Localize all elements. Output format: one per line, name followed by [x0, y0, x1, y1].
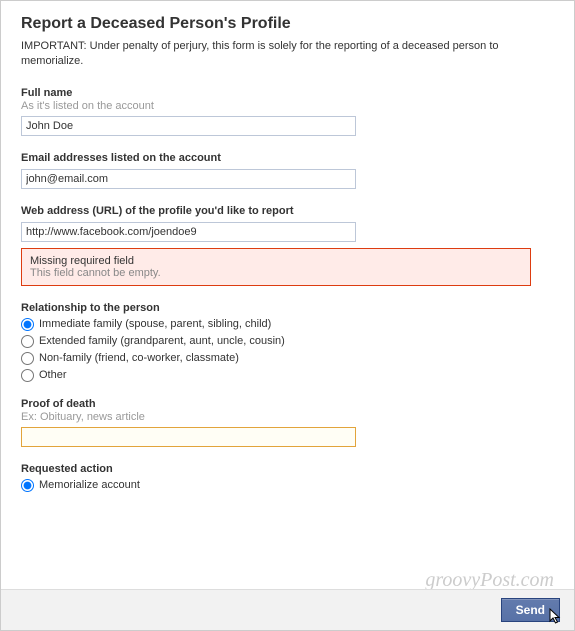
relationship-label: Relationship to the person — [21, 302, 554, 314]
action-option-memorialize[interactable]: Memorialize account — [21, 479, 554, 492]
fullname-group: Full name As it's listed on the account — [21, 87, 554, 136]
action-option-label: Memorialize account — [39, 479, 140, 491]
relationship-option-immediate[interactable]: Immediate family (spouse, parent, siblin… — [21, 318, 554, 331]
page-title: Report a Deceased Person's Profile — [21, 15, 554, 33]
email-label: Email addresses listed on the account — [21, 152, 554, 164]
relationship-option-nonfamily[interactable]: Non-family (friend, co-worker, classmate… — [21, 352, 554, 365]
relationship-option-label: Immediate family (spouse, parent, siblin… — [39, 318, 271, 330]
action-radio-0[interactable] — [21, 479, 34, 492]
important-notice: IMPORTANT: Under penalty of perjury, thi… — [21, 39, 554, 69]
error-title: Missing required field — [30, 255, 522, 267]
url-label: Web address (URL) of the profile you'd l… — [21, 205, 554, 217]
relationship-option-label: Other — [39, 369, 67, 381]
send-button[interactable]: Send — [501, 598, 560, 622]
relationship-option-extended[interactable]: Extended family (grandparent, aunt, uncl… — [21, 335, 554, 348]
url-input[interactable] — [21, 222, 356, 242]
relationship-option-label: Extended family (grandparent, aunt, uncl… — [39, 335, 285, 347]
fullname-hint: As it's listed on the account — [21, 100, 554, 112]
relationship-group: Relationship to the person Immediate fam… — [21, 302, 554, 382]
action-label: Requested action — [21, 463, 554, 475]
fullname-label: Full name — [21, 87, 554, 99]
relationship-radio-0[interactable] — [21, 318, 34, 331]
error-box: Missing required field This field cannot… — [21, 248, 531, 286]
relationship-radio-2[interactable] — [21, 352, 34, 365]
proof-label: Proof of death — [21, 398, 554, 410]
proof-group: Proof of death Ex: Obituary, news articl… — [21, 398, 554, 447]
action-group: Requested action Memorialize account — [21, 463, 554, 492]
relationship-radio-3[interactable] — [21, 369, 34, 382]
error-text: This field cannot be empty. — [30, 267, 522, 279]
proof-hint: Ex: Obituary, news article — [21, 411, 554, 423]
fullname-input[interactable] — [21, 116, 356, 136]
email-input[interactable] — [21, 169, 356, 189]
footer: Send — [1, 589, 574, 630]
relationship-radio-1[interactable] — [21, 335, 34, 348]
relationship-option-label: Non-family (friend, co-worker, classmate… — [39, 352, 239, 364]
relationship-option-other[interactable]: Other — [21, 369, 554, 382]
url-group: Web address (URL) of the profile you'd l… — [21, 205, 554, 286]
email-group: Email addresses listed on the account — [21, 152, 554, 189]
proof-input[interactable] — [21, 427, 356, 447]
